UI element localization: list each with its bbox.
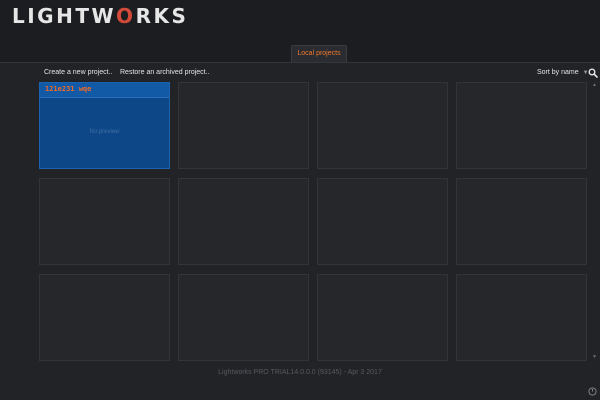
lightworks-logo: LIGHTWORKS: [12, 4, 188, 28]
logo-text-start: LIGHTW: [12, 4, 117, 28]
tab-local-projects[interactable]: Local projects: [291, 45, 347, 63]
logo-text-end: RKS: [135, 4, 189, 28]
version-info: Lightworks PRO TRIAL14.0.0.0 (93145) - A…: [218, 369, 382, 376]
empty-project-slot: [39, 178, 170, 265]
scroll-up-icon[interactable]: ▲: [592, 82, 597, 88]
no-preview-label: No preview: [89, 129, 120, 135]
restore-archive-button[interactable]: Restore an archived project..: [120, 67, 210, 79]
power-icon[interactable]: [588, 387, 597, 396]
project-tile-header: 121e231 wqe: [40, 83, 169, 98]
empty-project-slot: [317, 82, 448, 169]
project-title: 121e231 wqe: [45, 85, 92, 93]
lightworks-project-browser: LIGHTWORKS Local projects Create a new p…: [0, 0, 600, 400]
empty-project-slot: [178, 82, 309, 169]
header-bar: LIGHTWORKS Local projects: [0, 0, 600, 63]
search-icon[interactable]: [588, 68, 598, 78]
sort-dropdown[interactable]: Sort by name ▼: [537, 67, 589, 79]
empty-project-slot: [178, 178, 309, 265]
sort-label: Sort by name: [537, 69, 579, 76]
scroll-down-icon[interactable]: ▼: [592, 354, 597, 360]
project-grid: 121e231 wqe No preview: [39, 82, 589, 364]
grid-scrollbar[interactable]: ▲ ▼: [590, 82, 598, 364]
empty-project-slot: [39, 274, 170, 361]
empty-project-slot: [178, 274, 309, 361]
empty-project-slot: [456, 82, 587, 169]
logo-accent-letter: O: [116, 4, 136, 28]
empty-project-slot: [317, 178, 448, 265]
empty-project-slot: [456, 178, 587, 265]
create-project-button[interactable]: Create a new project..: [44, 67, 112, 79]
empty-project-slot: [317, 274, 448, 361]
project-tile[interactable]: 121e231 wqe No preview: [39, 82, 170, 169]
empty-project-slot: [456, 274, 587, 361]
header-divider: [0, 62, 600, 63]
